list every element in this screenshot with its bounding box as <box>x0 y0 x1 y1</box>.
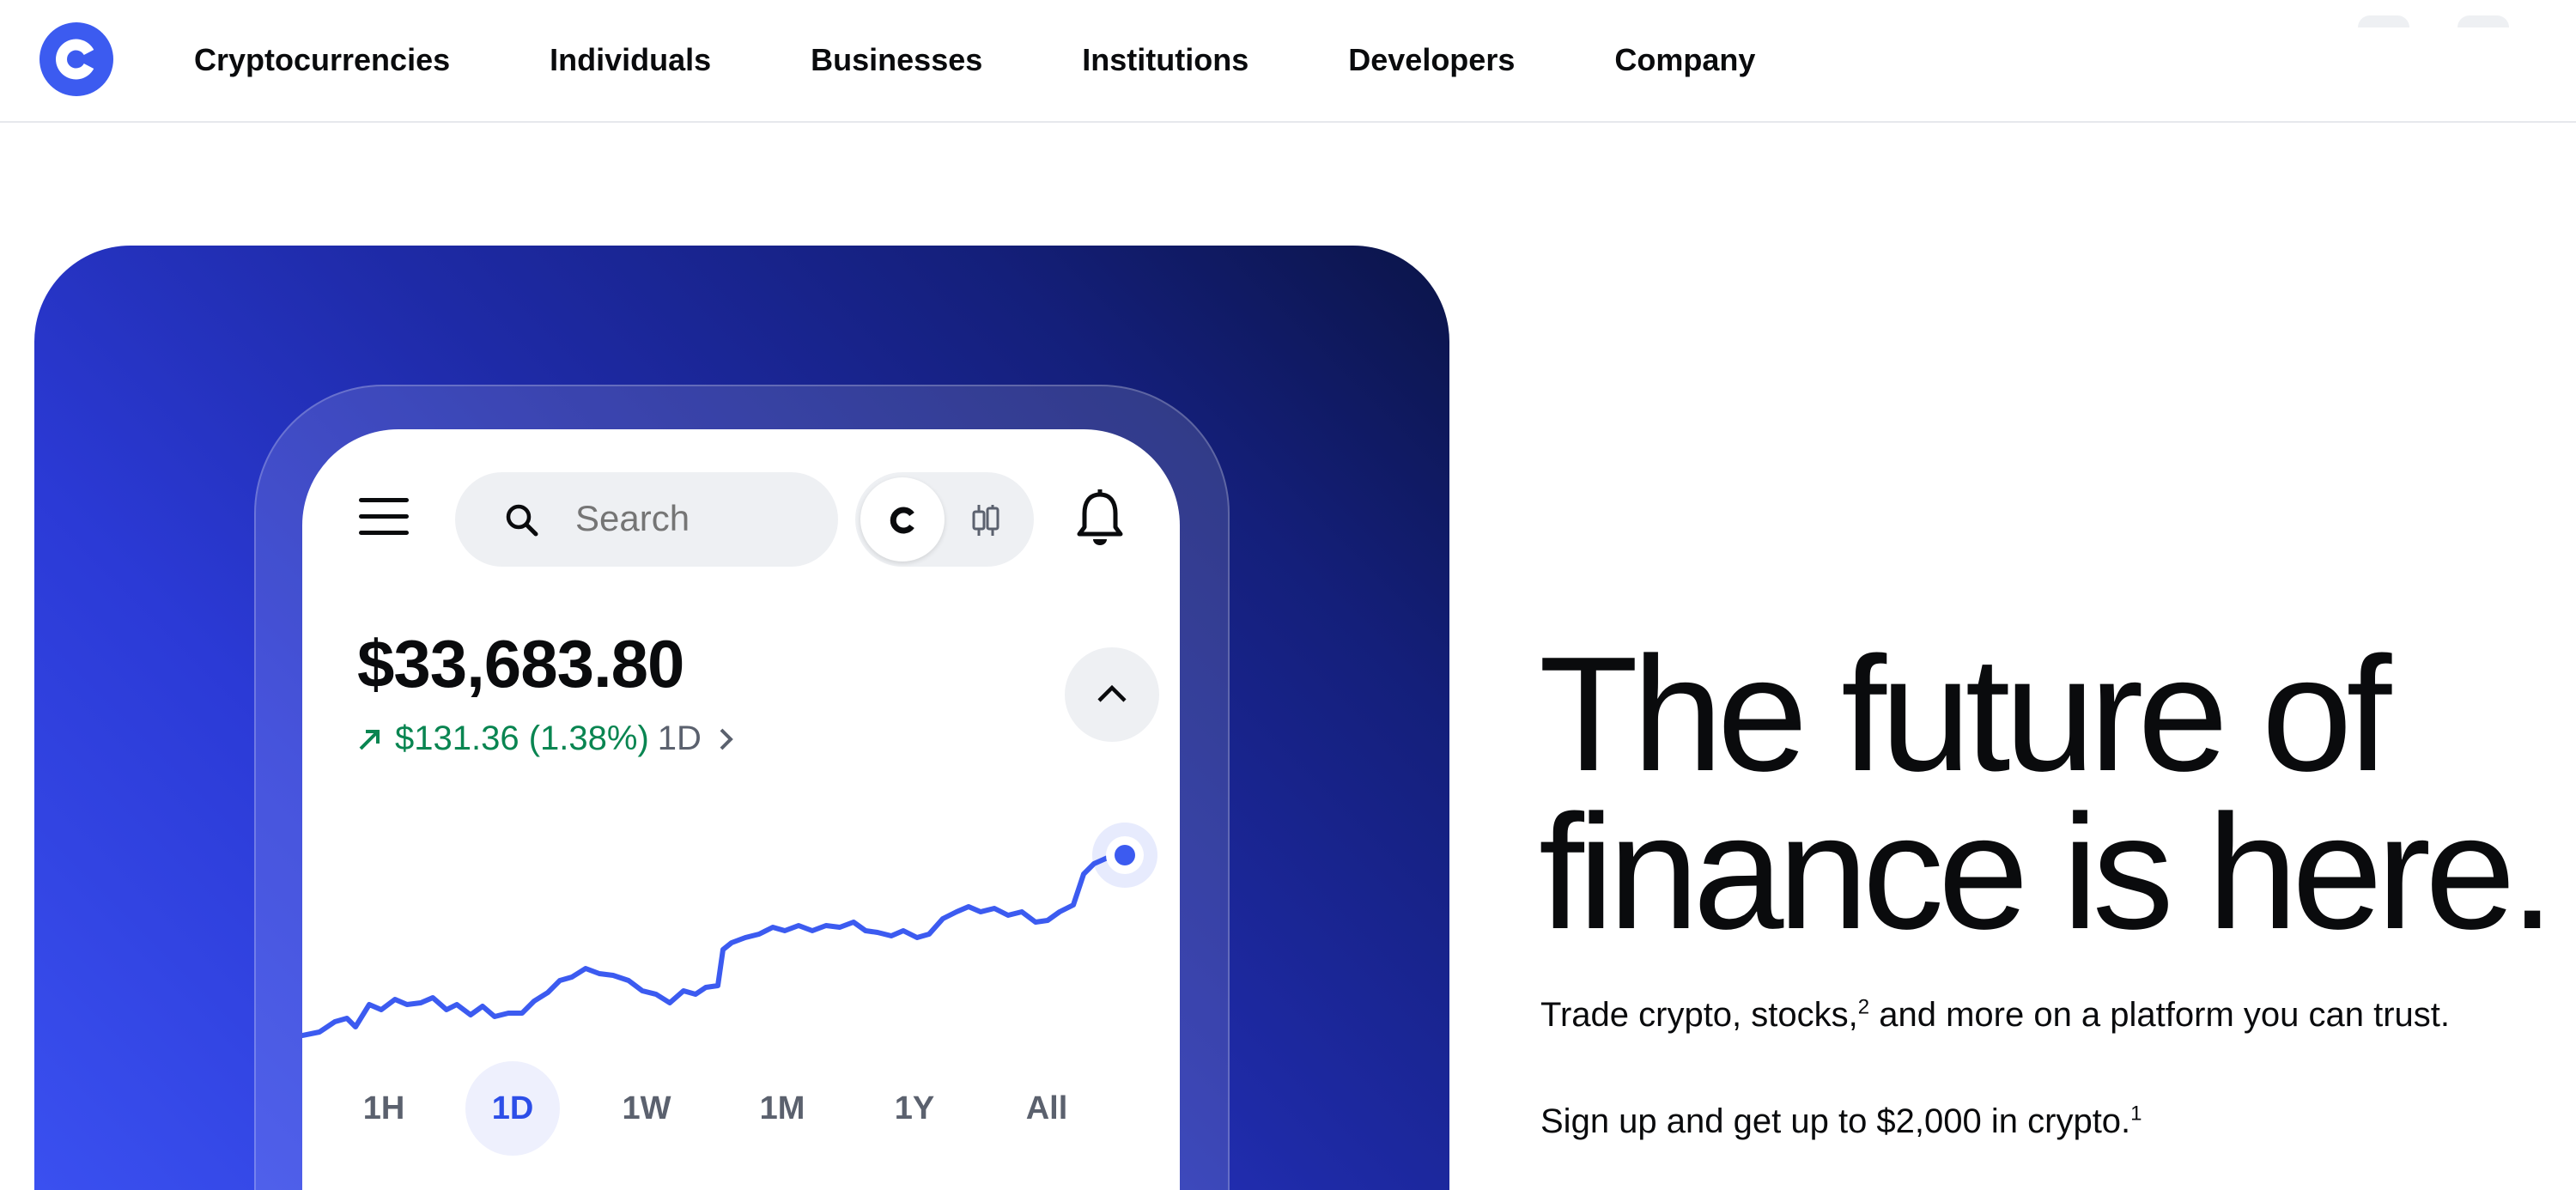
hero-illustration-card: $33,683.80 $131.36 (1.38%) 1D <box>34 246 1449 1190</box>
top-navigation: Cryptocurrencies Individuals Businesses … <box>0 0 2576 123</box>
hero-signup-offer: Sign up and get up to $2,000 in crypto.1 <box>1540 1102 2142 1141</box>
candlestick-icon[interactable] <box>970 503 1001 537</box>
hamburger-menu-icon[interactable] <box>359 498 409 536</box>
hero-headline-line1: The future of <box>1539 623 2391 805</box>
nav-item-institutions[interactable]: Institutions <box>1082 42 1249 78</box>
nav-item-individuals[interactable]: Individuals <box>550 42 711 78</box>
search-icon <box>506 504 538 537</box>
collapse-button[interactable] <box>1065 647 1159 742</box>
range-1h[interactable]: 1H <box>337 1061 431 1156</box>
search-input[interactable] <box>575 498 816 539</box>
hero-subtitle: Trade crypto, stocks,2 and more on a pla… <box>1540 996 2450 1035</box>
hero-headline-line2: finance is here. <box>1539 781 2555 963</box>
toggle-knob[interactable] <box>860 477 945 562</box>
view-toggle[interactable] <box>855 472 1034 567</box>
coinbase-c-icon <box>890 507 914 534</box>
price-change-period: 1D <box>657 719 702 757</box>
range-1w[interactable]: 1W <box>599 1061 694 1156</box>
nav-item-company[interactable]: Company <box>1614 42 1755 78</box>
hero-headline: The future of finance is here. <box>1539 633 2569 954</box>
price-chart <box>302 823 1157 1038</box>
bell-icon[interactable] <box>1075 489 1125 548</box>
nav-item-developers[interactable]: Developers <box>1348 42 1515 78</box>
nav-ghost-button <box>2458 15 2509 27</box>
phone-screen: $33,683.80 $131.36 (1.38%) 1D <box>302 429 1180 1190</box>
time-range-selector: 1H 1D 1W 1M 1Y All <box>302 1061 1180 1156</box>
portfolio-balance: $33,683.80 <box>357 626 684 701</box>
nav-item-businesses[interactable]: Businesses <box>811 42 982 78</box>
chevron-up-icon <box>1097 684 1127 702</box>
hero-subtitle-rest: and more on a platform you can trust. <box>1869 996 2451 1034</box>
footnote-2[interactable]: 2 <box>1858 996 1869 1019</box>
price-change-value: $131.36 (1.38%) <box>395 719 649 757</box>
chevron-right-icon <box>720 728 733 750</box>
range-all[interactable]: All <box>999 1061 1094 1156</box>
nav-ghost-button <box>2358 15 2409 27</box>
hero-subtitle-text: Trade crypto, stocks, <box>1540 996 1858 1034</box>
search-bar[interactable] <box>455 472 838 567</box>
hero-signup-text: Sign up and get up to $2,000 in crypto. <box>1540 1102 2131 1140</box>
chart-current-point <box>1115 845 1135 865</box>
arrow-up-right-icon <box>359 729 380 750</box>
range-1m[interactable]: 1M <box>735 1061 829 1156</box>
price-change[interactable]: $131.36 (1.38%) 1D <box>357 719 736 758</box>
range-1y[interactable]: 1Y <box>867 1061 962 1156</box>
coinbase-c-logo-icon[interactable] <box>39 22 113 96</box>
nav-links: Cryptocurrencies Individuals Businesses … <box>194 0 1855 120</box>
range-1d[interactable]: 1D <box>465 1061 560 1156</box>
nav-item-cryptocurrencies[interactable]: Cryptocurrencies <box>194 42 450 78</box>
footnote-1[interactable]: 1 <box>2130 1102 2142 1126</box>
